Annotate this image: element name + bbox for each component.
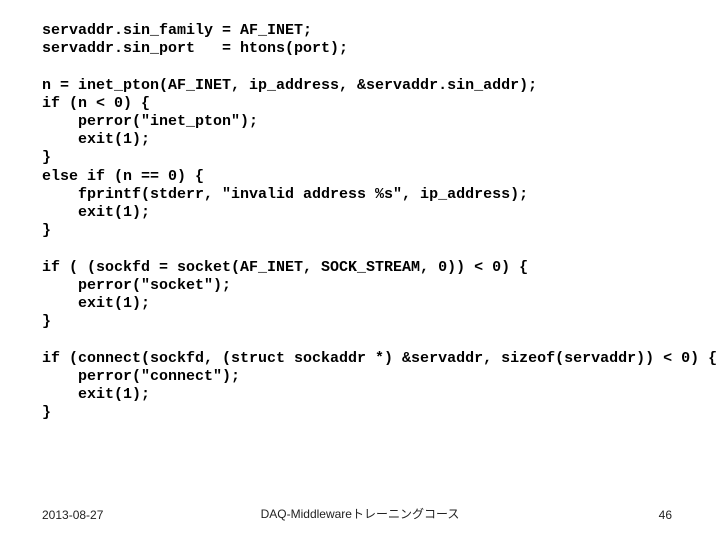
footer-title: DAQ-Middlewareトレーニングコース	[0, 505, 720, 522]
code-block: servaddr.sin_family = AF_INET; servaddr.…	[42, 22, 700, 422]
footer-page-number: 46	[659, 508, 672, 522]
